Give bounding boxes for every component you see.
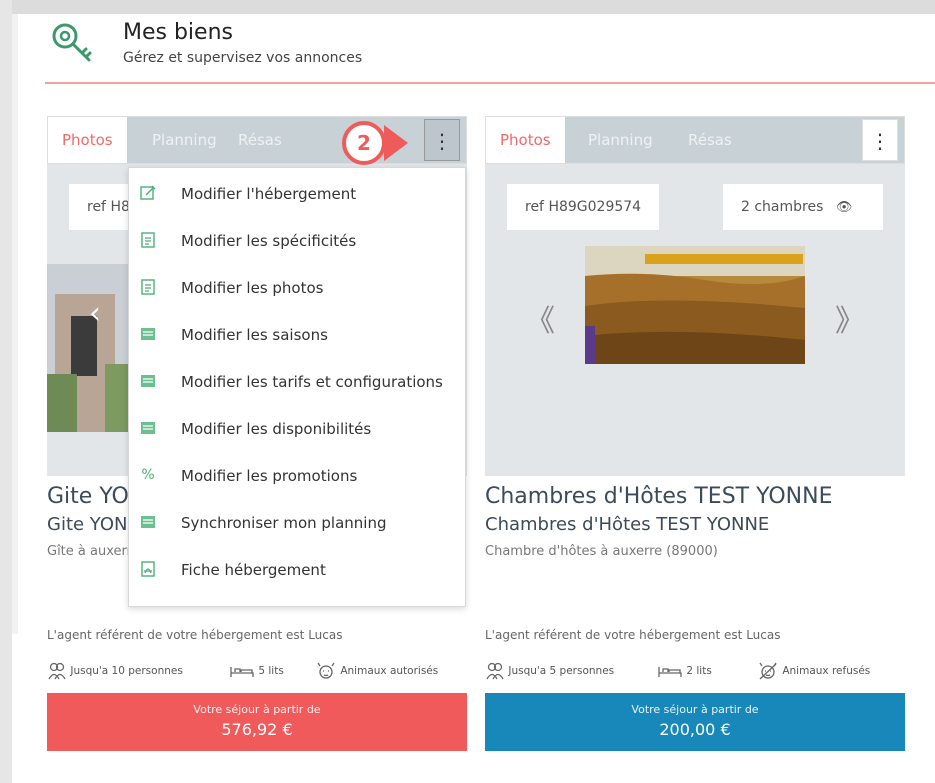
- edit-icon: [140, 185, 156, 200]
- badge-pointer: [384, 125, 408, 161]
- menu-item-edit-seasons[interactable]: Modifier les saisons: [129, 313, 465, 360]
- list-icon: [141, 328, 155, 340]
- price-value: 200,00 €: [659, 720, 731, 739]
- rooms-label: 2 chambres: [741, 199, 824, 215]
- carousel-next-arrow[interactable]: 》: [835, 296, 865, 340]
- list-icon: [141, 375, 155, 387]
- beds-label: 2 lits: [686, 665, 712, 677]
- menu-item-sync-planning[interactable]: Synchroniser mon planning: [129, 501, 465, 548]
- percent-icon: %: [141, 467, 155, 483]
- price-box[interactable]: Votre séjour à partir de 576,92 €: [47, 693, 467, 751]
- carousel-prev-arrow[interactable]: 《: [525, 296, 555, 340]
- menu-item-label: Modifier les promotions: [181, 467, 358, 485]
- page-title: Mes biens: [123, 20, 233, 45]
- people-icon: [48, 662, 66, 680]
- tab-resas[interactable]: Résas: [238, 117, 282, 163]
- step-badge: 2: [336, 117, 408, 169]
- more-options-button[interactable]: ⋮: [862, 119, 898, 161]
- property-card-2: Photos Planning Résas ⋮ ref H89G029574 2…: [485, 116, 905, 751]
- price-value: 576,92 €: [221, 720, 293, 739]
- options-dropdown-menu: Modifier l'hébergement Modifier les spéc…: [128, 167, 466, 607]
- key-icon: [52, 23, 92, 62]
- menu-item-edit-promotions[interactable]: % Modifier les promotions: [129, 454, 465, 501]
- carousel-prev-arrow[interactable]: ‹: [89, 296, 101, 331]
- reference-chip: ref H89G029574: [507, 184, 660, 230]
- pdf-icon: [141, 561, 155, 577]
- pets-feature: Animaux autorisés: [315, 660, 438, 682]
- menu-item-listing-sheet[interactable]: Fiche hébergement: [129, 548, 465, 595]
- property-photo: [47, 264, 129, 432]
- pets-feature: Animaux refusés: [757, 660, 870, 682]
- property-photo: [585, 246, 805, 364]
- menu-item-label: Fiche hébergement: [181, 561, 326, 579]
- eye-icon: 👁: [835, 200, 853, 215]
- pets-label: Animaux autorisés: [340, 665, 439, 677]
- beds-feature: 2 lits: [657, 660, 712, 682]
- price-label: Votre séjour à partir de: [193, 703, 321, 716]
- bed-icon: [658, 667, 682, 677]
- tab-planning[interactable]: Planning: [588, 117, 653, 163]
- menu-item-label: Modifier les disponibilités: [181, 420, 372, 438]
- page-subtitle: Gérez et supervisez vos annonces: [123, 50, 363, 66]
- price-label: Votre séjour à partir de: [631, 703, 759, 716]
- agent-info: L'agent référent de votre hébergement es…: [47, 628, 343, 642]
- window-top-border: [0, 0, 935, 14]
- capacity-feature: Jusqu'a 10 personnes: [47, 660, 183, 682]
- document-icon: [141, 232, 155, 248]
- menu-item-edit-listing[interactable]: Modifier l'hébergement: [129, 172, 465, 219]
- menu-item-label: Modifier les tarifs et configurations: [181, 373, 443, 391]
- rooms-chip[interactable]: 2 chambres 👁: [723, 184, 883, 230]
- menu-item-label: Modifier les photos: [181, 279, 324, 297]
- beds-feature: 5 lits: [229, 660, 284, 682]
- more-options-button[interactable]: ⋮: [424, 119, 460, 161]
- page-header: Mes biens Gérez et supervisez vos annonc…: [45, 18, 935, 84]
- price-box[interactable]: Votre séjour à partir de 200,00 €: [485, 693, 905, 751]
- people-icon: [486, 662, 504, 680]
- tab-resas[interactable]: Résas: [688, 117, 732, 163]
- menu-item-edit-photos[interactable]: Modifier les photos: [129, 266, 465, 313]
- capacity-label: Jusqu'a 10 personnes: [70, 665, 183, 677]
- menu-item-edit-specifics[interactable]: Modifier les spécificités: [129, 219, 465, 266]
- property-type: Chambre d'hôtes à auxerre (89000): [485, 544, 718, 559]
- pets-label: Animaux refusés: [782, 665, 871, 677]
- property-subtitle: Chambres d'Hôtes TEST YONNE: [485, 514, 770, 535]
- tab-photos[interactable]: Photos: [486, 117, 565, 163]
- menu-item-edit-rates[interactable]: Modifier les tarifs et configurations: [129, 360, 465, 407]
- agent-info: L'agent référent de votre hébergement es…: [485, 628, 781, 642]
- menu-item-label: Modifier l'hébergement: [181, 185, 357, 203]
- document-icon: [141, 279, 155, 295]
- window-left-border: [0, 0, 12, 783]
- tab-planning[interactable]: Planning: [152, 117, 217, 163]
- bed-icon: [230, 667, 254, 677]
- menu-item-label: Synchroniser mon planning: [181, 514, 387, 532]
- pet-icon: [317, 662, 335, 679]
- card-tabbar: Photos Planning Résas ⋮: [485, 116, 905, 164]
- beds-label: 5 lits: [258, 665, 284, 677]
- list-icon: [141, 516, 155, 528]
- property-title[interactable]: Chambres d'Hôtes TEST YONNE: [485, 484, 832, 509]
- step-number: 2: [342, 121, 386, 165]
- list-icon: [141, 422, 155, 434]
- photo-carousel: ref H89G029574 2 chambres 👁 《 》: [485, 164, 905, 476]
- tab-photos[interactable]: Photos: [48, 117, 127, 163]
- pet-icon: [759, 662, 777, 680]
- capacity-feature: Jusqu'a 5 personnes: [485, 660, 614, 682]
- menu-item-edit-availability[interactable]: Modifier les disponibilités: [129, 407, 465, 454]
- menu-item-label: Modifier les spécificités: [181, 232, 357, 250]
- menu-item-label: Modifier les saisons: [181, 326, 328, 344]
- capacity-label: Jusqu'a 5 personnes: [508, 665, 615, 677]
- window-left-shadow: [12, 14, 18, 634]
